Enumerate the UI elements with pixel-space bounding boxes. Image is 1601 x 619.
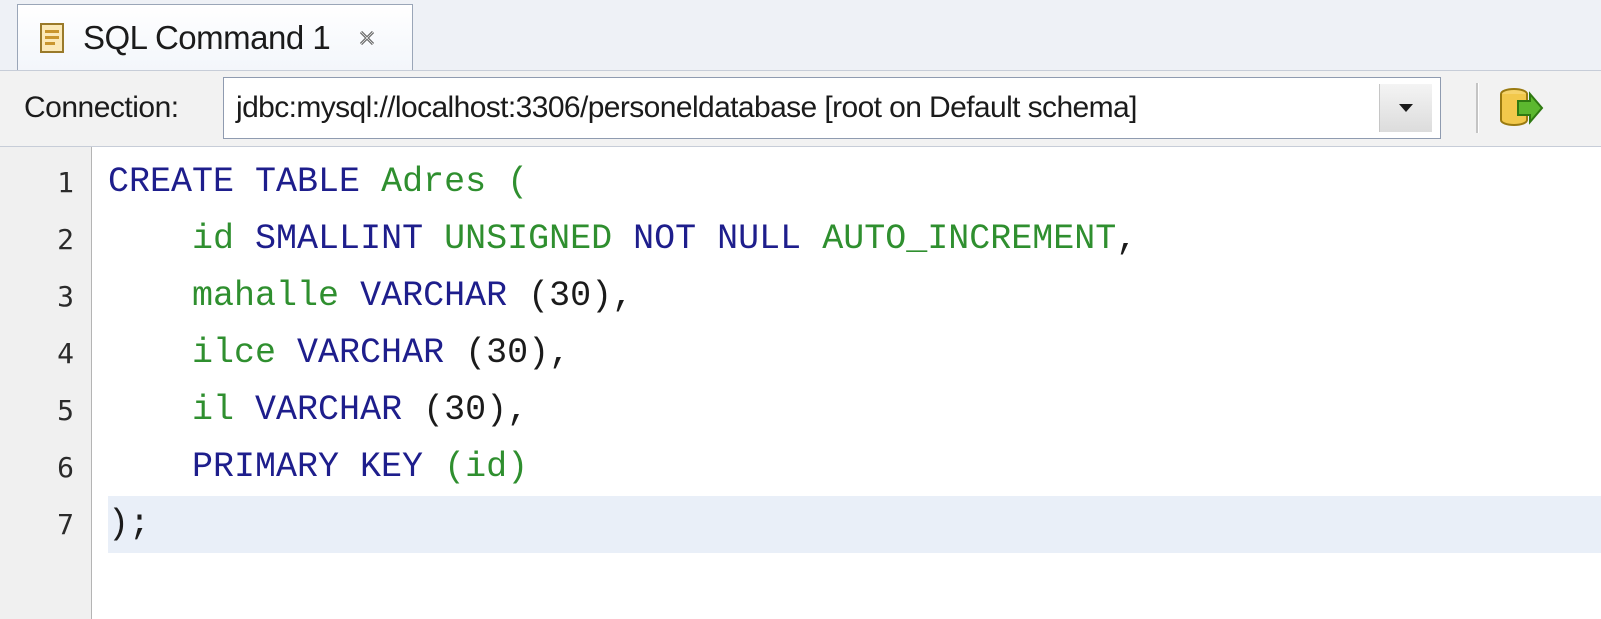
connection-toolbar: Connection: jdbc:mysql://localhost:3306/… (0, 70, 1601, 147)
code-token: 30 (444, 390, 487, 430)
code-token: ( (444, 333, 487, 373)
connection-label: Connection: (24, 91, 179, 124)
line-number: 4 (57, 337, 74, 370)
code-token: (id) (444, 447, 529, 487)
code-token: ); (108, 504, 151, 544)
code-token: VARCHAR (297, 333, 445, 373)
line-number: 6 (57, 451, 74, 484)
code-token: Adres (381, 162, 487, 202)
code-token: mahalle (192, 276, 340, 316)
code-text: PRIMARY KEY (id) (108, 439, 1601, 496)
code-token: AUTO_INCREMENT (822, 219, 1117, 259)
code-token: 30 (486, 333, 529, 373)
connection-select[interactable]: jdbc:mysql://localhost:3306/personeldata… (223, 77, 1441, 139)
code-token: ), (528, 333, 571, 373)
code-token: id (192, 219, 235, 259)
code-text: ilce VARCHAR (30), (108, 325, 1601, 382)
code-token: il (192, 390, 235, 430)
sql-command-window: SQL Command 1 Connection: jdbc:mysql://l… (0, 0, 1601, 619)
code-token: , (1116, 219, 1138, 259)
line-number: 7 (57, 508, 74, 541)
tab-label: SQL Command 1 (83, 18, 331, 56)
tab-sql-command-1[interactable]: SQL Command 1 (17, 4, 413, 70)
sql-editor[interactable]: 1 CREATE TABLE Adres (2 id SMALLINT UNSIG… (0, 147, 1601, 619)
code-token: NOT NULL (633, 219, 802, 259)
chevron-down-icon[interactable] (1379, 84, 1432, 132)
line-number: 3 (57, 280, 74, 313)
code-line[interactable]: 6 PRIMARY KEY (id) (0, 439, 1601, 496)
code-line[interactable]: 1 CREATE TABLE Adres ( (0, 154, 1601, 211)
close-tab-icon[interactable] (358, 29, 376, 47)
line-number: 1 (57, 166, 74, 199)
line-number: 2 (57, 223, 74, 256)
code-text: mahalle VARCHAR (30), (108, 268, 1601, 325)
code-line[interactable]: 5 il VARCHAR (30), (0, 382, 1601, 439)
code-line[interactable]: 3 mahalle VARCHAR (30), (0, 268, 1601, 325)
code-line[interactable]: 7); (0, 496, 1601, 553)
sql-file-icon (37, 22, 69, 54)
code-token: 30 (549, 276, 592, 316)
code-text: id SMALLINT UNSIGNED NOT NULL AUTO_INCRE… (108, 211, 1601, 268)
editor-tab-strip: SQL Command 1 (0, 0, 1601, 70)
code-token: CREATE TABLE (108, 162, 361, 202)
code-text: il VARCHAR (30), (108, 382, 1601, 439)
code-line[interactable]: 2 id SMALLINT UNSIGNED NOT NULL AUTO_INC… (0, 211, 1601, 268)
code-token: ( (507, 276, 550, 316)
code-token: ), (486, 390, 529, 430)
code-token: VARCHAR (255, 390, 403, 430)
line-number: 5 (57, 394, 74, 427)
code-token: SMALLINT (255, 219, 424, 259)
code-line[interactable]: 4 ilce VARCHAR (30), (0, 325, 1601, 382)
code-token: PRIMARY KEY (192, 447, 424, 487)
code-token: ( (486, 162, 529, 202)
run-sql-icon[interactable] (1496, 85, 1544, 131)
code-text: CREATE TABLE Adres ( (108, 154, 1601, 211)
code-token: ( (402, 390, 445, 430)
code-token: UNSIGNED (444, 219, 613, 259)
code-token: VARCHAR (360, 276, 508, 316)
code-text: ); (108, 496, 1601, 553)
code-token: ilce (192, 333, 277, 373)
code-token: ), (591, 276, 634, 316)
connection-value: jdbc:mysql://localhost:3306/personeldata… (236, 91, 1137, 124)
toolbar-separator (1476, 83, 1479, 133)
